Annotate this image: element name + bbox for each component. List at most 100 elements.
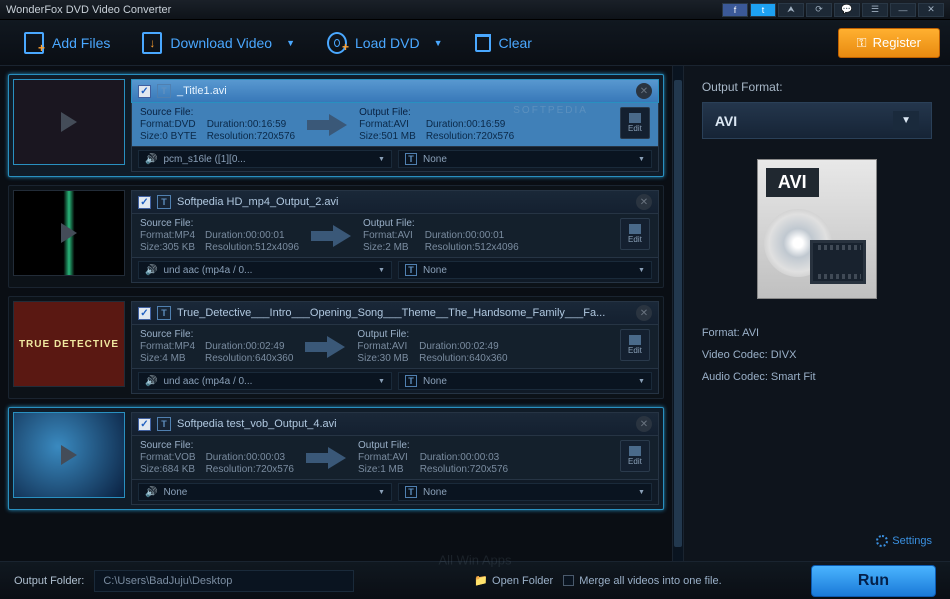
run-button[interactable]: Run [811,565,936,597]
file-item[interactable]: ✓TSoftpedia test_vob_Output_4.avi✕Source… [8,407,664,510]
item-header: ✓T_Title1.avi✕ [131,79,659,103]
track-row: 🔊und aac (mp4a / 0...▼ TNone▼ [131,258,659,283]
download-video-label: Download Video [170,35,272,51]
thumbnail[interactable]: TRUE DETECTIVE [13,301,125,387]
chevron-down-icon: ▼ [378,156,385,163]
track-row: 🔊None▼ TNone▼ [131,480,659,505]
options-icon[interactable]: ☰ [862,3,888,17]
format-badge: AVI [766,168,819,197]
twitter-icon[interactable]: t [750,3,776,17]
chevron-down-icon: ▼ [434,38,443,48]
minimize-button[interactable]: — [890,3,916,17]
merge-checkbox[interactable]: Merge all videos into one file. [563,575,721,587]
item-info: Source File:Format:DVDSize:0 BYTE Durati… [131,103,659,147]
play-icon [61,445,77,465]
meta-format: Format: AVI [702,327,932,339]
thumbnail[interactable] [13,190,125,276]
audio-track-select[interactable]: 🔊und aac (mp4a / 0...▼ [138,372,392,390]
feedback-icon[interactable]: 💬 [834,3,860,17]
arrow-icon [303,331,347,363]
title-icon: T [157,195,171,209]
play-icon [61,112,77,132]
facebook-icon[interactable]: f [722,3,748,17]
edit-button[interactable]: Edit [620,107,650,139]
close-button[interactable]: ✕ [918,3,944,17]
toolbar: Add Files Download Video ▼ Load DVD ▼ Cl… [0,20,950,66]
remove-icon[interactable]: ✕ [636,416,652,432]
remove-icon[interactable]: ✕ [636,83,652,99]
subtitle-select[interactable]: TNone▼ [398,261,652,279]
format-preview-icon: AVI [757,159,877,299]
subtitle-icon: T [405,486,417,498]
item-header: ✓ T Softpedia HD_mp4_Output_2.avi ✕ [131,190,659,214]
checkbox[interactable]: ✓ [138,85,151,98]
audio-track-select[interactable]: 🔊und aac (mp4a / 0...▼ [138,261,392,279]
register-label: Register [873,35,921,50]
file-item[interactable]: ✓T_Title1.avi✕Source File:Format:DVDSize… [8,74,664,177]
arrow-icon [309,220,353,252]
add-files-button[interactable]: Add Files [10,26,124,60]
output-folder-label: Output Folder: [14,575,84,587]
file-item[interactable]: ✓ T Softpedia HD_mp4_Output_2.avi ✕ Source F… [8,185,664,288]
speaker-icon: 🔊 [145,265,157,276]
audio-track-select[interactable]: 🔊None▼ [138,483,392,501]
checkbox[interactable]: ✓ [138,196,151,209]
chevron-down-icon: ▼ [638,489,645,496]
edit-button[interactable]: Edit [620,218,650,250]
register-button[interactable]: ⚿ Register [838,28,940,58]
subtitle-select[interactable]: TNone▼ [398,483,652,501]
open-folder-label: Open Folder [492,575,553,587]
item-info: Source File:Format:MP4Size:4 MB Duration… [131,325,659,369]
chevron-down-icon: ▼ [378,378,385,385]
arrow-icon [304,442,348,474]
checkbox[interactable]: ✓ [138,418,151,431]
open-folder-button[interactable]: 📁 Open Folder [474,574,553,587]
checkbox[interactable]: ✓ [138,307,151,320]
clear-label: Clear [499,35,532,51]
subtitle-select[interactable]: TNone▼ [398,372,652,390]
filename: Softpedia HD_mp4_Output_2.avi [177,196,338,208]
load-dvd-label: Load DVD [355,35,420,51]
subtitle-icon: T [405,264,417,276]
remove-icon[interactable]: ✕ [636,194,652,210]
title-icon: T [157,84,171,98]
thumbnail[interactable] [13,79,125,165]
thumbnail[interactable] [13,412,125,498]
scrollbar[interactable] [672,66,683,561]
title-bar: WonderFox DVD Video Converter f t ⮝ ⟳ 💬 … [0,0,950,20]
film-icon [810,240,866,284]
subtitle-icon: T [405,153,417,165]
chevron-down-icon: ▼ [378,489,385,496]
edit-button[interactable]: Edit [620,329,650,361]
chevron-down-icon: ▼ [893,111,919,130]
audio-track-select[interactable]: 🔊pcm_s16le ([1][0...▼ [138,150,392,168]
chevron-down-icon: ▼ [286,38,295,48]
edit-icon [629,446,641,456]
subtitle-select[interactable]: TNone▼ [398,150,652,168]
footer: Output Folder: C:\Users\BadJuju\Desktop … [0,561,950,599]
item-info: Source File:Format:MP4Size:305 KB Durati… [131,214,659,258]
app-title: WonderFox DVD Video Converter [6,4,722,16]
output-format-selector[interactable]: AVI ▼ [702,102,932,139]
load-dvd-button[interactable]: Load DVD ▼ [313,26,457,60]
edit-button[interactable]: Edit [620,440,650,472]
remove-icon[interactable]: ✕ [636,305,652,321]
download-video-button[interactable]: Download Video ▼ [128,26,309,60]
settings-link[interactable]: Settings [702,535,932,547]
filename: Softpedia test_vob_Output_4.avi [177,418,337,430]
file-item[interactable]: TRUE DETECTIVE✓TTrue_Detective___Intro__… [8,296,664,399]
trash-icon [475,34,491,52]
play-icon [61,223,77,243]
chevron-down-icon: ▼ [638,156,645,163]
speaker-icon: 🔊 [145,487,157,498]
meta-audio-codec: Audio Codec: Smart Fit [702,371,932,383]
output-folder-path[interactable]: C:\Users\BadJuju\Desktop [94,570,354,592]
settings-label: Settings [892,535,932,547]
clear-button[interactable]: Clear [461,28,546,58]
folder-icon: 📁 [474,574,488,587]
update-icon[interactable]: ⟳ [806,3,832,17]
filename: True_Detective___Intro___Opening_Song___… [177,307,605,319]
meta-video-codec: Video Codec: DIVX [702,349,932,361]
home-icon[interactable]: ⮝ [778,3,804,17]
edit-icon [629,113,641,123]
